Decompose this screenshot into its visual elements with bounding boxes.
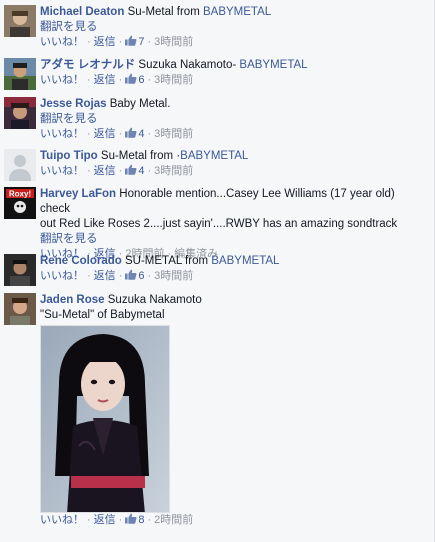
thumbs-up-icon — [125, 127, 137, 138]
reply-button[interactable]: 返信 — [94, 514, 116, 526]
comment-author[interactable]: アダモ レオナルド — [40, 59, 135, 71]
timestamp[interactable]: 3時間前 — [154, 165, 193, 177]
comment-text: Baby Metal. — [109, 98, 171, 110]
avatar[interactable] — [4, 254, 36, 286]
like-button[interactable]: いいね！ — [40, 128, 84, 140]
avatar[interactable] — [4, 293, 36, 325]
avatar[interactable]: Roxy! — [4, 187, 36, 219]
like-count[interactable]: 8 — [125, 513, 144, 526]
comment-actions: いいね！ · 返信 · 4 · 3時間前 — [40, 127, 194, 140]
like-count[interactable]: 7 — [125, 35, 144, 48]
comment-text-continued: "Su-Metal" of Babymetal — [40, 309, 165, 321]
mention-link[interactable]: BABYMETAL — [239, 59, 307, 71]
comment-actions: いいね！ · 返信 · 8 · 2時間前 — [40, 513, 194, 526]
comment-text: Su-Metal from · — [100, 150, 181, 162]
comment-actions: いいね！ · 返信 · 4 · 3時間前 — [40, 164, 194, 177]
comment-author[interactable]: Tuipo Tipo — [40, 150, 98, 162]
comment-author[interactable]: Rene Colorado — [40, 255, 122, 267]
thumbs-up-icon — [125, 164, 137, 175]
reply-button[interactable]: 返信 — [94, 36, 116, 48]
like-button[interactable]: いいね！ — [40, 514, 84, 526]
reply-button[interactable]: 返信 — [94, 165, 116, 177]
like-count[interactable]: 6 — [125, 269, 144, 282]
like-count[interactable]: 6 — [125, 73, 144, 86]
like-button[interactable]: いいね！ — [40, 74, 84, 86]
svg-text:Roxy!: Roxy! — [9, 190, 31, 199]
comment-author[interactable]: Jesse Rojas — [40, 98, 107, 110]
see-translation-link[interactable]: 翻訳を見る — [40, 112, 425, 127]
timestamp[interactable]: 3時間前 — [154, 36, 193, 48]
comment-author[interactable]: Harvey LaFon — [40, 188, 116, 200]
thumbs-up-icon — [125, 269, 137, 280]
comment-actions: いいね！ · 返信 · 6 · 3時間前 — [40, 73, 194, 86]
thumbs-up-icon — [125, 35, 137, 46]
mention-link[interactable]: BABYMETAL — [180, 150, 248, 162]
comment-author[interactable]: Michael Deaton — [40, 6, 124, 18]
timestamp[interactable]: 3時間前 — [154, 270, 193, 282]
timestamp[interactable]: 3時間前 — [154, 74, 193, 86]
timestamp[interactable]: 2時間前 — [154, 514, 193, 526]
comment-actions: いいね！ · 返信 · 7 · 3時間前 — [40, 35, 194, 48]
comment-text-continued: out Red Like Roses 2....just sayin'....R… — [40, 218, 398, 230]
avatar[interactable] — [4, 5, 36, 37]
like-count[interactable]: 4 — [125, 127, 144, 140]
comment-text: Suzuka Nakamoto — [107, 294, 202, 306]
like-button[interactable]: いいね！ — [40, 36, 84, 48]
comment-thread: Michael Deaton Su-Metal from BABYMETAL 翻… — [0, 0, 435, 542]
like-button[interactable]: いいね！ — [40, 270, 84, 282]
comment-text: Suzuka Nakamoto- — [138, 59, 240, 71]
avatar[interactable] — [4, 58, 36, 90]
thumbs-up-icon — [125, 513, 137, 524]
mention-link[interactable]: BABYMETAL — [203, 6, 271, 18]
avatar[interactable] — [4, 97, 36, 129]
reply-button[interactable]: 返信 — [94, 128, 116, 140]
reply-button[interactable]: 返信 — [94, 74, 116, 86]
avatar[interactable] — [4, 149, 36, 181]
see-translation-link[interactable]: 翻訳を見る — [40, 20, 425, 35]
like-count[interactable]: 4 — [125, 164, 144, 177]
comment-text: SU-METAL from — [125, 255, 212, 267]
reply-button[interactable]: 返信 — [94, 270, 116, 282]
mention-link[interactable]: BABYMETAL — [211, 255, 279, 267]
attached-photo[interactable] — [40, 325, 170, 513]
see-translation-link[interactable]: 翻訳を見る — [40, 232, 425, 247]
timestamp[interactable]: 3時間前 — [154, 128, 193, 140]
like-button[interactable]: いいね！ — [40, 165, 84, 177]
comment-author[interactable]: Jaden Rose — [40, 294, 105, 306]
comment-text: Su-Metal from — [127, 6, 203, 18]
comment-actions: いいね！ · 返信 · 6 · 3時間前 — [40, 269, 194, 282]
thumbs-up-icon — [125, 73, 137, 84]
